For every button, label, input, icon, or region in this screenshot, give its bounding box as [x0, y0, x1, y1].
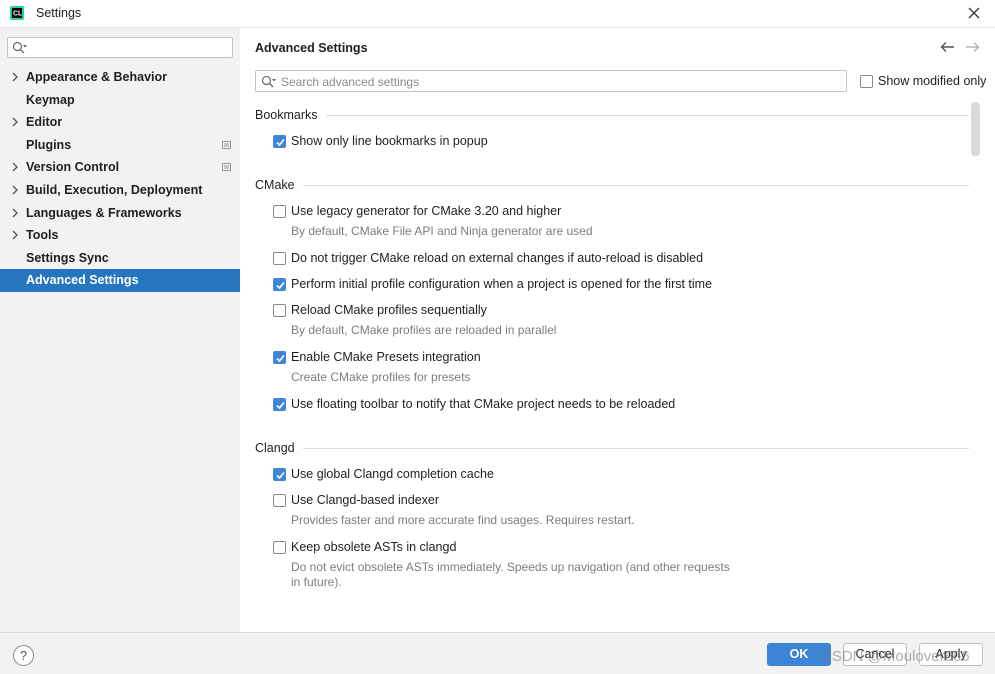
show-modified-checkbox[interactable] — [860, 74, 873, 88]
window-title: Settings — [36, 6, 82, 20]
chevron-right-icon[interactable] — [11, 202, 19, 224]
page-title: Advanced Settings — [255, 41, 368, 55]
setting-label: Use Clangd-based indexer — [291, 493, 440, 507]
setting-checkbox[interactable] — [273, 303, 286, 317]
sidebar-item-plugins[interactable]: Plugins — [0, 134, 240, 157]
help-button[interactable]: ? — [13, 645, 34, 666]
close-icon[interactable] — [967, 6, 981, 20]
sidebar-item-languages-frameworks[interactable]: Languages & Frameworks — [0, 202, 240, 225]
setting-checkbox[interactable] — [273, 467, 286, 481]
chevron-right-icon[interactable] — [11, 156, 19, 178]
dialog-footer: ? OK Cancel Apply CSDN @Moulover666 — [0, 632, 995, 674]
setting-label: Reload CMake profiles sequentially — [291, 303, 487, 317]
section-divider — [302, 184, 969, 186]
sidebar-item-settings-sync[interactable]: Settings Sync — [0, 247, 240, 270]
setting-checkbox[interactable] — [273, 540, 286, 554]
sidebar-item-build-execution-deployment[interactable]: Build, Execution, Deployment — [0, 179, 240, 202]
setting-option[interactable]: Reload CMake profiles sequentially — [273, 303, 487, 317]
setting-option[interactable]: Use legacy generator for CMake 3.20 and … — [273, 204, 561, 218]
svg-text:CL: CL — [13, 11, 23, 18]
setting-option[interactable]: Use floating toolbar to notify that CMak… — [273, 397, 675, 411]
setting-label: Enable CMake Presets integration — [291, 350, 481, 364]
chevron-right-icon[interactable] — [11, 66, 19, 88]
setting-checkbox[interactable] — [273, 493, 286, 507]
sidebar-item-appearance-behavior[interactable]: Appearance & Behavior — [0, 66, 240, 89]
setting-hint: By default, CMake profiles are reloaded … — [291, 323, 557, 337]
setting-hint: Do not evict obsolete ASTs immediately. … — [291, 560, 730, 574]
scrollbar-thumb[interactable] — [971, 102, 980, 156]
search-icon — [12, 41, 27, 54]
sidebar-item-label: Tools — [26, 228, 59, 243]
section-divider — [325, 114, 969, 116]
setting-checkbox[interactable] — [273, 251, 286, 265]
setting-label: Do not trigger CMake reload on external … — [291, 251, 704, 265]
sidebar-item-label: Settings Sync — [26, 250, 109, 265]
sidebar-item-label: Keymap — [26, 92, 75, 107]
sidebar-item-label: Build, Execution, Deployment — [26, 182, 203, 197]
setting-label: Use floating toolbar to notify that CMak… — [291, 397, 676, 411]
section-header-bookmarks: Bookmarks — [255, 107, 969, 123]
sidebar-item-label: Plugins — [26, 137, 72, 152]
clion-app-icon: CL — [10, 6, 24, 20]
setting-option[interactable]: Show only line bookmarks in popup — [273, 134, 488, 148]
setting-label: Use global Clangd completion cache — [291, 467, 494, 481]
sidebar-item-tools[interactable]: Tools — [0, 224, 240, 247]
setting-option[interactable]: Keep obsolete ASTs in clangd — [273, 540, 456, 554]
sidebar-item-label: Languages & Frameworks — [26, 205, 182, 220]
section-divider — [302, 447, 969, 449]
advanced-settings-panel: Advanced Settings Show modified only Boo… — [240, 27, 995, 632]
setting-label: Perform initial profile configuration wh… — [291, 277, 713, 291]
sidebar-search-input[interactable] — [32, 39, 227, 56]
ok-button[interactable]: OK — [767, 643, 831, 666]
show-modified-label: Show modified only — [878, 74, 987, 88]
sidebar-item-version-control[interactable]: Version Control — [0, 156, 240, 179]
apply-button[interactable]: Apply — [919, 643, 983, 666]
setting-hint: By default, CMake File API and Ninja gen… — [291, 224, 593, 238]
setting-label: Keep obsolete ASTs in clangd — [291, 540, 457, 554]
setting-option[interactable]: Enable CMake Presets integration — [273, 350, 481, 364]
setting-option[interactable]: Perform initial profile configuration wh… — [273, 277, 712, 291]
section-title: Clangd — [255, 441, 295, 455]
chevron-right-icon[interactable] — [11, 111, 19, 133]
setting-hint-continued: in future). — [291, 575, 342, 589]
settings-page-icon — [222, 140, 231, 149]
section-header-clangd: Clangd — [255, 440, 969, 456]
sidebar-item-label: Advanced Settings — [26, 273, 139, 288]
cancel-button[interactable]: Cancel — [843, 643, 907, 666]
setting-label: Show only line bookmarks in popup — [291, 134, 488, 148]
chevron-right-icon[interactable] — [11, 179, 19, 201]
settings-page-icon — [222, 163, 231, 172]
setting-checkbox[interactable] — [273, 134, 286, 148]
settings-sidebar: Appearance & Behavior Keymap Editor Plugins… — [0, 27, 240, 632]
search-icon — [261, 75, 276, 88]
sidebar-item-editor[interactable]: Editor — [0, 111, 240, 134]
section-title: CMake — [255, 178, 295, 192]
section-header-cmake: CMake — [255, 177, 969, 193]
setting-checkbox[interactable] — [273, 277, 286, 291]
setting-option[interactable]: Do not trigger CMake reload on external … — [273, 251, 703, 265]
setting-checkbox[interactable] — [273, 397, 286, 411]
title-bar: CL Settings — [0, 0, 995, 27]
sidebar-item-label: Appearance & Behavior — [26, 70, 168, 84]
sidebar-item-keymap[interactable]: Keymap — [0, 89, 240, 112]
setting-checkbox[interactable] — [273, 350, 286, 364]
show-modified-only-toggle[interactable]: Show modified only — [860, 74, 986, 88]
sidebar-search-box[interactable] — [7, 37, 233, 58]
forward-arrow-icon[interactable] — [964, 41, 980, 53]
section-title: Bookmarks — [255, 108, 318, 122]
advanced-search-input[interactable] — [281, 73, 841, 90]
sidebar-item-advanced-settings[interactable]: Advanced Settings — [0, 269, 240, 292]
chevron-right-icon[interactable] — [11, 224, 19, 246]
settings-tree: Appearance & Behavior Keymap Editor Plugins… — [0, 66, 240, 292]
sidebar-item-label: Editor — [26, 115, 63, 130]
setting-hint: Create CMake profiles for presets — [291, 370, 471, 384]
setting-hint: Provides faster and more accurate find u… — [291, 513, 635, 527]
setting-label: Use legacy generator for CMake 3.20 and … — [291, 204, 562, 218]
sidebar-item-label: Version Control — [26, 160, 120, 175]
back-arrow-icon[interactable] — [940, 41, 956, 53]
setting-option[interactable]: Use global Clangd completion cache — [273, 467, 494, 481]
setting-checkbox[interactable] — [273, 204, 286, 218]
advanced-search-box[interactable] — [255, 70, 847, 92]
setting-option[interactable]: Use Clangd-based indexer — [273, 493, 439, 507]
